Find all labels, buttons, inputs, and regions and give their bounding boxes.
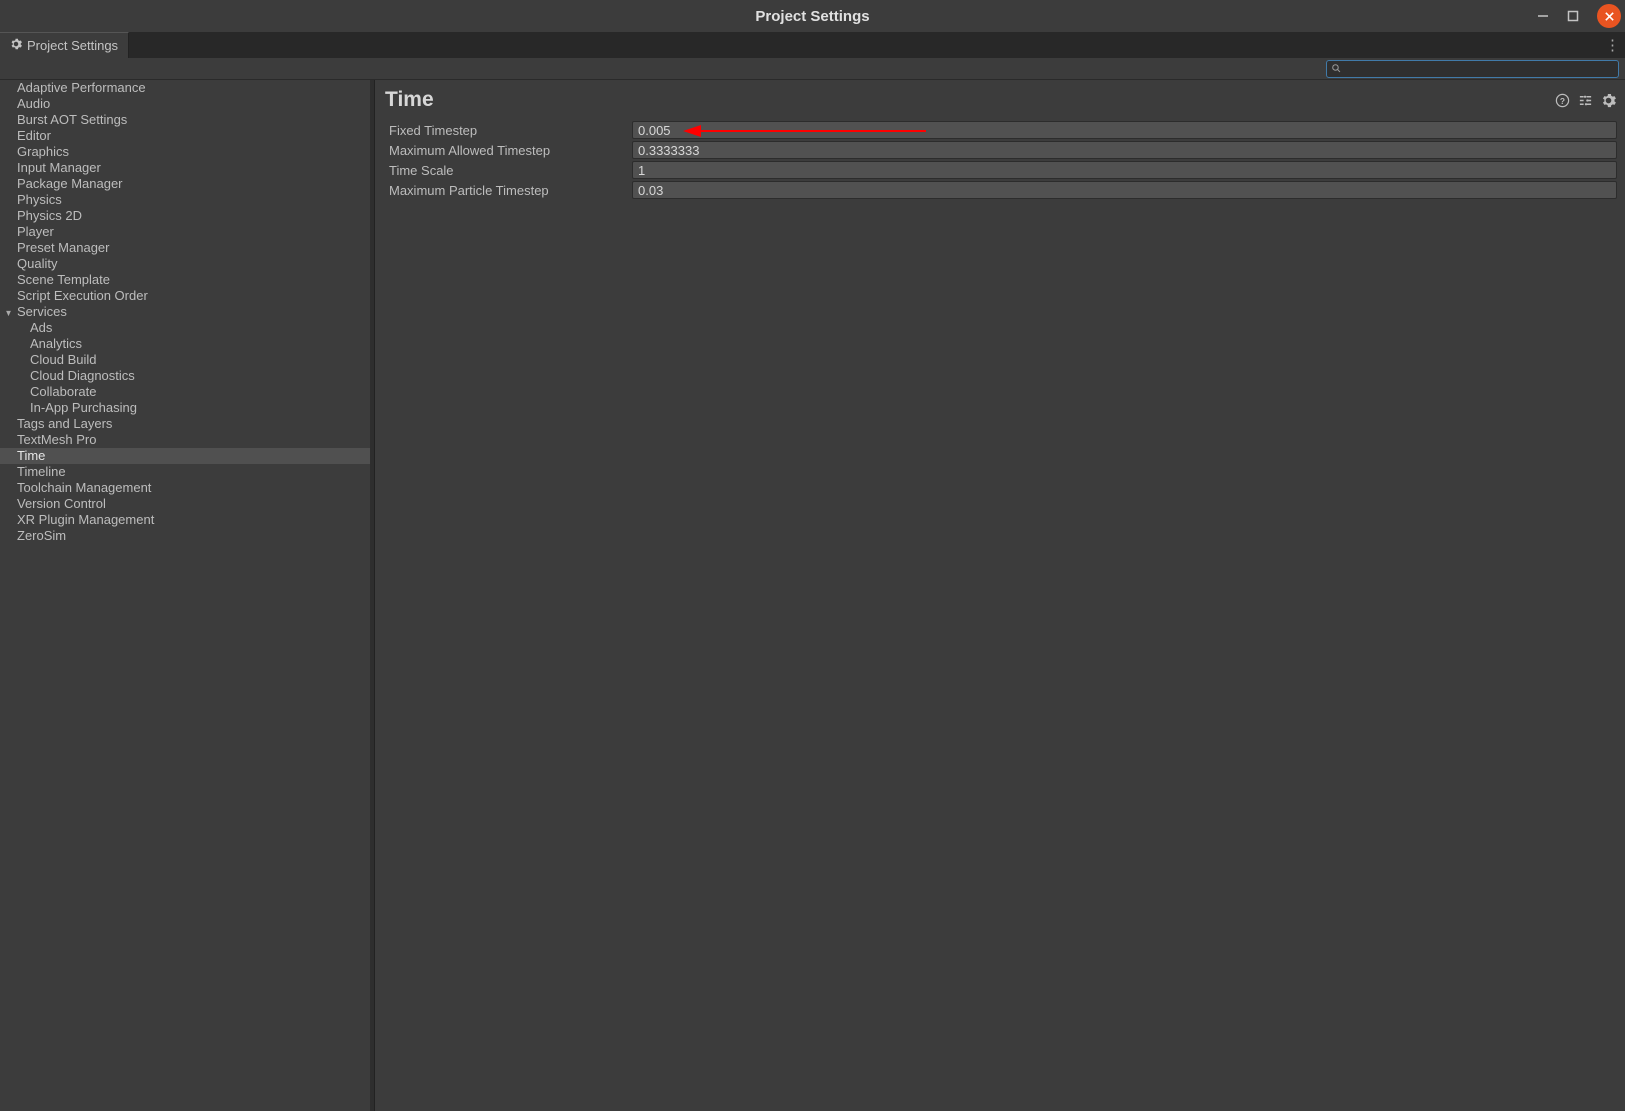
sidebar-item-version-control[interactable]: Version Control xyxy=(0,496,374,512)
property-row: Maximum Allowed Timestep0.3333333 xyxy=(385,140,1617,160)
property-label: Maximum Particle Timestep xyxy=(385,183,632,198)
settings-gear-icon[interactable] xyxy=(1600,92,1617,109)
sidebar-item-audio[interactable]: Audio xyxy=(0,96,374,112)
property-field-maximum-particle-timestep[interactable]: 0.03 xyxy=(632,181,1617,199)
tab-label: Project Settings xyxy=(27,38,118,53)
sidebar-item-graphics[interactable]: Graphics xyxy=(0,144,374,160)
settings-content: Time ? Fixed Timestep0.005Maximum Allowe… xyxy=(375,80,1625,1111)
sidebar-item-xr-plugin-management[interactable]: XR Plugin Management xyxy=(0,512,374,528)
sidebar-item-zerosim[interactable]: ZeroSim xyxy=(0,528,374,544)
minimize-button[interactable] xyxy=(1529,4,1557,28)
sidebar-item-timeline[interactable]: Timeline xyxy=(0,464,374,480)
preset-icon[interactable] xyxy=(1577,92,1594,109)
tab-bar: Project Settings ⋮ xyxy=(0,32,1625,58)
sidebar-item-in-app-purchasing[interactable]: In-App Purchasing xyxy=(0,400,374,416)
sidebar-item-textmesh-pro[interactable]: TextMesh Pro xyxy=(0,432,374,448)
gear-icon xyxy=(10,38,22,53)
sidebar-item-preset-manager[interactable]: Preset Manager xyxy=(0,240,374,256)
search-field[interactable] xyxy=(1326,60,1619,78)
property-label: Maximum Allowed Timestep xyxy=(385,143,632,158)
sidebar-item-physics[interactable]: Physics xyxy=(0,192,374,208)
sidebar-item-tags-and-layers[interactable]: Tags and Layers xyxy=(0,416,374,432)
tab-project-settings[interactable]: Project Settings xyxy=(0,32,129,58)
title-bar: Project Settings xyxy=(0,0,1625,32)
property-field-maximum-allowed-timestep[interactable]: 0.3333333 xyxy=(632,141,1617,159)
property-field-fixed-timestep[interactable]: 0.005 xyxy=(632,121,1617,139)
window-title: Project Settings xyxy=(755,8,869,25)
main-area: Adaptive PerformanceAudioBurst AOT Setti… xyxy=(0,80,1625,1111)
property-label: Fixed Timestep xyxy=(385,123,632,138)
search-input[interactable] xyxy=(1342,62,1614,76)
help-icon[interactable]: ? xyxy=(1554,92,1571,109)
maximize-button[interactable] xyxy=(1559,4,1587,28)
property-row: Fixed Timestep0.005 xyxy=(385,120,1617,140)
sidebar-item-time[interactable]: Time xyxy=(0,448,374,464)
sidebar-item-collaborate[interactable]: Collaborate xyxy=(0,384,374,400)
window-controls xyxy=(1529,4,1621,28)
property-row: Maximum Particle Timestep0.03 xyxy=(385,180,1617,200)
sidebar-item-burst-aot-settings[interactable]: Burst AOT Settings xyxy=(0,112,374,128)
sidebar-item-services[interactable]: Services xyxy=(0,304,374,320)
search-bar-row xyxy=(0,58,1625,80)
sidebar-item-package-manager[interactable]: Package Manager xyxy=(0,176,374,192)
content-header: Time ? xyxy=(375,80,1625,118)
annotation-arrow-icon xyxy=(681,123,931,139)
sidebar-item-analytics[interactable]: Analytics xyxy=(0,336,374,352)
sidebar-item-script-execution-order[interactable]: Script Execution Order xyxy=(0,288,374,304)
sidebar-item-ads[interactable]: Ads xyxy=(0,320,374,336)
tab-menu-button[interactable]: ⋮ xyxy=(1605,36,1619,54)
sidebar-item-player[interactable]: Player xyxy=(0,224,374,240)
sidebar-item-adaptive-performance[interactable]: Adaptive Performance xyxy=(0,80,374,96)
sidebar-item-quality[interactable]: Quality xyxy=(0,256,374,272)
sidebar-item-scene-template[interactable]: Scene Template xyxy=(0,272,374,288)
sidebar-item-editor[interactable]: Editor xyxy=(0,128,374,144)
sidebar-item-cloud-diagnostics[interactable]: Cloud Diagnostics xyxy=(0,368,374,384)
sidebar-item-toolchain-management[interactable]: Toolchain Management xyxy=(0,480,374,496)
search-icon xyxy=(1331,61,1342,77)
property-field-time-scale[interactable]: 1 xyxy=(632,161,1617,179)
property-row: Time Scale1 xyxy=(385,160,1617,180)
sidebar-item-physics-2d[interactable]: Physics 2D xyxy=(0,208,374,224)
close-button[interactable] xyxy=(1597,4,1621,28)
category-sidebar[interactable]: Adaptive PerformanceAudioBurst AOT Setti… xyxy=(0,80,375,1111)
svg-text:?: ? xyxy=(1560,95,1565,105)
sidebar-item-cloud-build[interactable]: Cloud Build xyxy=(0,352,374,368)
page-title: Time xyxy=(385,88,434,112)
property-label: Time Scale xyxy=(385,163,632,178)
sidebar-item-input-manager[interactable]: Input Manager xyxy=(0,160,374,176)
